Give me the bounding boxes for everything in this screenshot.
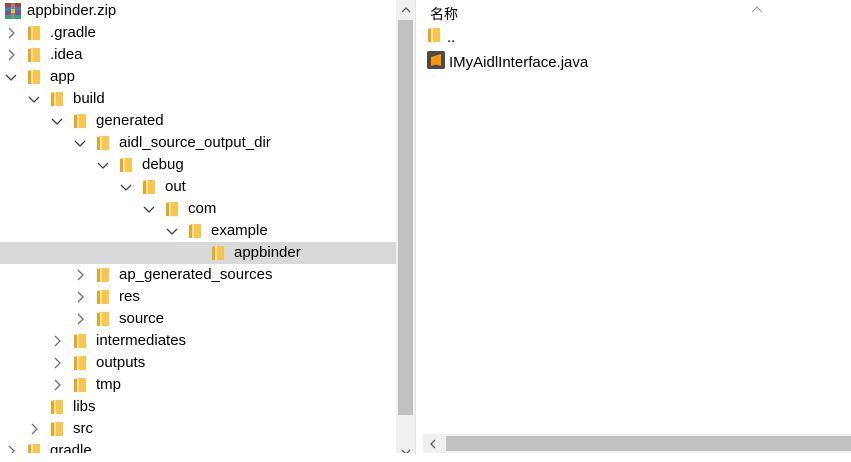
folder-icon	[27, 69, 41, 85]
tree-item-label: example	[211, 222, 268, 239]
chevron-down-icon[interactable]	[119, 180, 133, 194]
tree-item[interactable]: src	[0, 418, 396, 440]
chevron-right-icon[interactable]	[50, 356, 64, 370]
tree-item-label: aidl_source_output_dir	[119, 134, 271, 151]
folder-icon	[27, 47, 41, 63]
folder-icon	[427, 27, 441, 48]
sort-ascending-icon	[751, 0, 763, 18]
tree-item[interactable]: com	[0, 198, 396, 220]
folder-icon	[27, 25, 41, 41]
file-list-item[interactable]: IMyAidlInterface.java	[427, 50, 589, 74]
sublime-text-icon	[427, 50, 445, 74]
tree-item-label: .gradle	[50, 24, 96, 41]
folder-icon	[73, 113, 87, 129]
folder-icon	[96, 135, 110, 151]
chevron-down-icon[interactable]	[142, 202, 156, 216]
folder-icon	[50, 91, 64, 107]
status-strip	[0, 453, 851, 462]
folder-icon	[188, 223, 202, 239]
tree-item-label: ap_generated_sources	[119, 266, 273, 283]
folder-icon	[119, 157, 133, 173]
tree-item[interactable]: app	[0, 66, 396, 88]
chevron-down-icon[interactable]	[50, 114, 64, 128]
list-horizontal-scrollbar[interactable]	[423, 434, 851, 453]
tree-item-label: tmp	[96, 376, 122, 393]
file-list-item[interactable]: ..	[427, 26, 455, 48]
tree-item-label: appbinder	[234, 244, 301, 261]
tree-item[interactable]: intermediates	[0, 330, 396, 352]
chevron-right-icon[interactable]	[73, 290, 87, 304]
chevron-right-icon[interactable]	[4, 26, 18, 40]
tree-item[interactable]: res	[0, 286, 396, 308]
tree-item-label: out	[165, 178, 186, 195]
tree-item[interactable]: tmp	[0, 374, 396, 396]
folder-icon	[211, 245, 225, 261]
file-list-pane[interactable]: 名称 .. IMyAidlInterface.java	[423, 0, 851, 462]
file-name-label: IMyAidlInterface.java	[449, 53, 589, 71]
tree-item[interactable]: aidl_source_output_dir	[0, 132, 396, 154]
tree-item-label: libs	[73, 398, 96, 415]
tree-item-label: .idea	[50, 46, 83, 63]
tree-item[interactable]: debug	[0, 154, 396, 176]
chevron-right-icon[interactable]	[73, 268, 87, 282]
chevron-right-icon[interactable]	[50, 334, 64, 348]
winrar-archive-icon	[4, 2, 22, 20]
folder-icon	[142, 179, 156, 195]
tree-item[interactable]: appbinder	[0, 242, 396, 264]
column-header-name[interactable]: 名称	[430, 4, 458, 24]
folder-icon	[50, 421, 64, 437]
folder-icon	[50, 399, 64, 415]
tree-item[interactable]: build	[0, 88, 396, 110]
tree-item[interactable]: libs	[0, 396, 396, 418]
tree-item-label: source	[119, 310, 165, 327]
tree-item[interactable]: generated	[0, 110, 396, 132]
folder-icon	[96, 289, 110, 305]
scroll-up-icon[interactable]	[396, 0, 415, 20]
tree-vertical-scrollbar[interactable]	[396, 0, 415, 462]
folder-tree-pane[interactable]: appbinder.zip .gradle .idea app build generat…	[0, 0, 396, 462]
tree-item-label: appbinder.zip	[27, 2, 117, 19]
chevron-down-icon[interactable]	[73, 136, 87, 150]
chevron-down-icon[interactable]	[27, 92, 41, 106]
tree-item-label: src	[73, 420, 93, 437]
tree-item-label: com	[188, 200, 217, 217]
tree-item[interactable]: example	[0, 220, 396, 242]
tree-item[interactable]: outputs	[0, 352, 396, 374]
scroll-thumb[interactable]	[446, 436, 851, 451]
tree-item-label: res	[119, 288, 140, 305]
tree-item-label: generated	[96, 112, 164, 129]
chevron-right-icon[interactable]	[27, 422, 41, 436]
tree-item-label: app	[50, 68, 76, 85]
folder-icon	[96, 267, 110, 283]
folder-icon	[73, 377, 87, 393]
tree-item[interactable]: ap_generated_sources	[0, 264, 396, 286]
folder-icon	[165, 201, 179, 217]
scroll-left-icon[interactable]	[423, 434, 443, 453]
chevron-right-icon[interactable]	[50, 378, 64, 392]
folder-icon	[73, 355, 87, 371]
folder-icon	[73, 333, 87, 349]
tree-item-label: build	[73, 90, 105, 107]
tree-item-label: debug	[142, 156, 184, 173]
chevron-down-icon[interactable]	[4, 70, 18, 84]
tree-item[interactable]: out	[0, 176, 396, 198]
tree-item[interactable]: .gradle	[0, 22, 396, 44]
chevron-right-icon[interactable]	[4, 48, 18, 62]
file-name-label: ..	[447, 28, 456, 46]
chevron-down-icon[interactable]	[165, 224, 179, 238]
tree-item-label: outputs	[96, 354, 146, 371]
tree-item-label: intermediates	[96, 332, 187, 349]
tree-item[interactable]: .idea	[0, 44, 396, 66]
tree-item[interactable]: source	[0, 308, 396, 330]
chevron-right-icon[interactable]	[73, 312, 87, 326]
tree-item[interactable]: appbinder.zip	[0, 0, 396, 22]
chevron-down-icon[interactable]	[96, 158, 110, 172]
scroll-thumb[interactable]	[398, 20, 413, 415]
folder-icon	[96, 311, 110, 327]
